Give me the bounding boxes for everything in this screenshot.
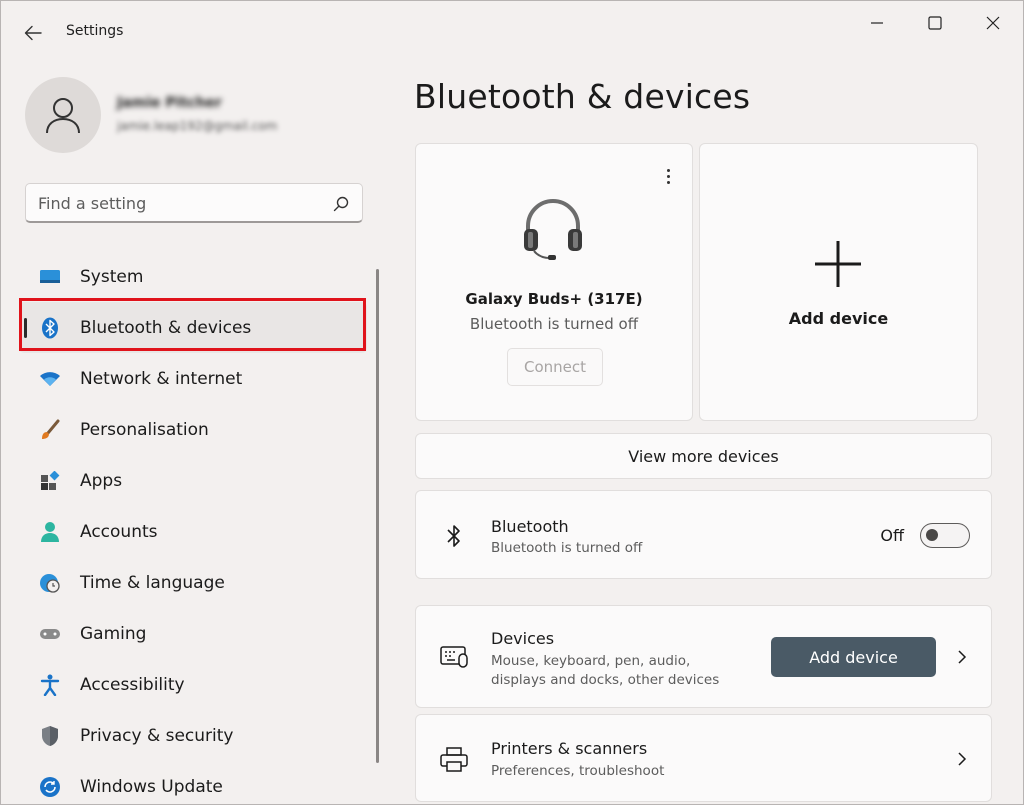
close-icon bbox=[986, 16, 1000, 30]
view-more-devices-button[interactable]: View more devices bbox=[415, 433, 992, 479]
title-bar: Settings bbox=[1, 1, 1024, 65]
maximize-button[interactable] bbox=[921, 11, 949, 35]
sidebar-item-label: Accounts bbox=[80, 521, 158, 542]
sidebar-item-label: Accessibility bbox=[80, 674, 185, 695]
add-device-button[interactable]: Add device bbox=[771, 637, 936, 677]
brush-icon bbox=[39, 419, 61, 441]
sidebar-item-accessibility[interactable]: Accessibility bbox=[19, 659, 367, 710]
printers-subtitle: Preferences, troubleshoot bbox=[491, 763, 665, 779]
sidebar-item-label: Bluetooth & devices bbox=[80, 317, 252, 338]
search-icon[interactable] bbox=[332, 195, 350, 213]
sidebar-item-label: Time & language bbox=[80, 572, 225, 593]
avatar[interactable] bbox=[25, 77, 101, 153]
printers-title: Printers & scanners bbox=[491, 739, 648, 758]
bluetooth-icon bbox=[39, 317, 61, 339]
user-email: jamie.leap192@gmail.com bbox=[117, 119, 278, 133]
sidebar-item-label: Gaming bbox=[80, 623, 147, 644]
search-input[interactable] bbox=[38, 184, 328, 222]
sidebar-item-label: System bbox=[80, 266, 144, 287]
keyboard-mouse-icon bbox=[440, 643, 468, 671]
minimize-button[interactable] bbox=[863, 11, 891, 35]
globe-clock-icon bbox=[39, 572, 61, 594]
system-icon bbox=[39, 266, 61, 288]
sidebar-item-windows-update[interactable]: Windows Update bbox=[19, 761, 367, 805]
window-title: Settings bbox=[66, 23, 124, 39]
sidebar-scrollbar[interactable] bbox=[376, 269, 379, 763]
user-name: Jamie Pitcher bbox=[117, 95, 222, 111]
sidebar-item-system[interactable]: System bbox=[19, 251, 367, 302]
search-box bbox=[25, 183, 363, 223]
update-icon bbox=[39, 776, 61, 798]
gamepad-icon bbox=[39, 623, 61, 645]
bluetooth-toggle[interactable] bbox=[920, 523, 970, 548]
sidebar-item-bluetooth-devices[interactable]: Bluetooth & devices bbox=[19, 302, 367, 353]
chevron-right-icon bbox=[958, 650, 967, 664]
sidebar-item-label: Windows Update bbox=[80, 776, 223, 797]
close-button[interactable] bbox=[979, 11, 1007, 35]
sidebar-item-label: Apps bbox=[80, 470, 123, 491]
add-device-card[interactable]: Add device bbox=[699, 143, 978, 421]
device-status: Bluetooth is turned off bbox=[469, 315, 639, 333]
sidebar-item-personalisation[interactable]: Personalisation bbox=[19, 404, 367, 455]
bluetooth-icon bbox=[440, 522, 468, 550]
bluetooth-toggle-label: Off bbox=[880, 526, 904, 545]
back-arrow-icon bbox=[24, 25, 42, 41]
accessibility-icon bbox=[39, 674, 61, 696]
devices-row[interactable]: Devices Mouse, keyboard, pen, audio, dis… bbox=[415, 605, 992, 708]
device-card: Galaxy Buds+ (317E) Bluetooth is turned … bbox=[415, 143, 693, 421]
bluetooth-title: Bluetooth bbox=[491, 517, 569, 536]
sidebar-item-apps[interactable]: Apps bbox=[19, 455, 367, 506]
sidebar-item-label: Personalisation bbox=[80, 419, 209, 440]
headset-icon bbox=[524, 199, 582, 260]
add-device-card-label: Add device bbox=[788, 309, 889, 328]
back-button[interactable] bbox=[19, 19, 47, 47]
chevron-right-icon bbox=[958, 752, 967, 766]
sidebar-item-gaming[interactable]: Gaming bbox=[19, 608, 367, 659]
more-options-icon[interactable] bbox=[658, 164, 678, 188]
sidebar-item-privacy-security[interactable]: Privacy & security bbox=[19, 710, 367, 761]
shield-icon bbox=[39, 725, 61, 747]
person-icon bbox=[39, 521, 61, 543]
sidebar-item-label: Network & internet bbox=[80, 368, 243, 389]
devices-subtitle-line1: Mouse, keyboard, pen, audio, bbox=[491, 653, 691, 669]
apps-icon bbox=[39, 470, 61, 492]
settings-window: Settings Jamie Pitcher jamie.leap192@gma… bbox=[0, 0, 1024, 805]
plus-icon bbox=[815, 241, 861, 287]
sidebar-nav: System Bluetooth & devices Network & int… bbox=[19, 251, 367, 805]
sidebar-item-label: Privacy & security bbox=[80, 725, 234, 746]
bluetooth-row: Bluetooth Bluetooth is turned off Off bbox=[415, 490, 992, 579]
sidebar-item-time-language[interactable]: Time & language bbox=[19, 557, 367, 608]
connect-button[interactable]: Connect bbox=[507, 348, 603, 386]
sidebar-item-network-internet[interactable]: Network & internet bbox=[19, 353, 367, 404]
device-name: Galaxy Buds+ (317E) bbox=[465, 290, 643, 308]
page-title: Bluetooth & devices bbox=[414, 77, 751, 116]
minimize-icon bbox=[871, 22, 883, 24]
maximize-icon bbox=[928, 16, 942, 30]
printer-icon bbox=[440, 746, 468, 774]
wifi-icon bbox=[39, 368, 61, 390]
sidebar-item-accounts[interactable]: Accounts bbox=[19, 506, 367, 557]
devices-title: Devices bbox=[491, 629, 555, 648]
printers-scanners-row[interactable]: Printers & scanners Preferences, trouble… bbox=[415, 714, 992, 802]
bluetooth-subtitle: Bluetooth is turned off bbox=[491, 540, 643, 556]
user-icon bbox=[46, 98, 80, 134]
devices-subtitle-line2: displays and docks, other devices bbox=[491, 672, 720, 688]
